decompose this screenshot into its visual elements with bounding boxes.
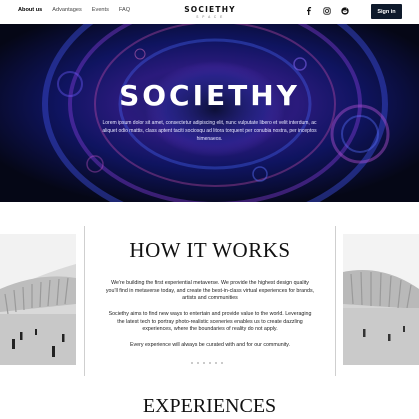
carousel-dot[interactable] — [209, 362, 211, 364]
top-navigation: About us Advantages Events FAQ SOCIETHY … — [0, 0, 419, 24]
carousel-dot[interactable] — [197, 362, 199, 364]
right-architecture-photo — [343, 234, 419, 365]
nav-link-events[interactable]: Events — [92, 7, 109, 13]
instagram-icon[interactable] — [323, 7, 331, 15]
carousel-dot[interactable] — [215, 362, 217, 364]
nav-link-faq[interactable]: FAQ — [119, 7, 130, 13]
nav-link-advantages[interactable]: Advantages — [52, 7, 82, 13]
hero-description: Lorem ipsum dolor sit amet, consectetur … — [102, 120, 317, 142]
experiences-title: EXPERIENCES — [142, 395, 277, 417]
brand-name: SOCIETHY — [184, 5, 236, 14]
hero-banner: SOCIETHY Lorem ipsum dolor sit amet, con… — [0, 24, 419, 202]
how-paragraph-2: Societhy aims to find new ways to entert… — [108, 311, 312, 333]
how-it-works-title: HOW IT WORKS — [129, 238, 291, 262]
brand-subtitle: S P A C E — [196, 15, 224, 19]
brand-logo[interactable]: SOCIETHY S P A C E — [180, 5, 240, 19]
how-paragraph-1: We're building the first experiential me… — [105, 280, 315, 302]
sign-in-button[interactable]: Sign in — [371, 4, 402, 19]
how-paragraph-3: Every experience will always be curated … — [129, 342, 291, 348]
carousel-dot[interactable] — [221, 362, 223, 364]
nav-links: About us Advantages Events FAQ — [18, 7, 130, 13]
carousel-dot[interactable] — [203, 362, 205, 364]
nav-link-about-us[interactable]: About us — [18, 7, 42, 13]
facebook-icon[interactable] — [305, 7, 313, 15]
reddit-icon[interactable] — [341, 7, 349, 15]
hero-background-image — [0, 24, 419, 202]
left-divider — [84, 226, 85, 376]
carousel-dots — [191, 362, 223, 364]
carousel-dot[interactable] — [191, 362, 193, 364]
right-divider — [335, 226, 336, 376]
social-links — [305, 7, 349, 15]
hero-title: SOCIETHY — [119, 79, 300, 112]
left-architecture-photo — [0, 234, 76, 365]
